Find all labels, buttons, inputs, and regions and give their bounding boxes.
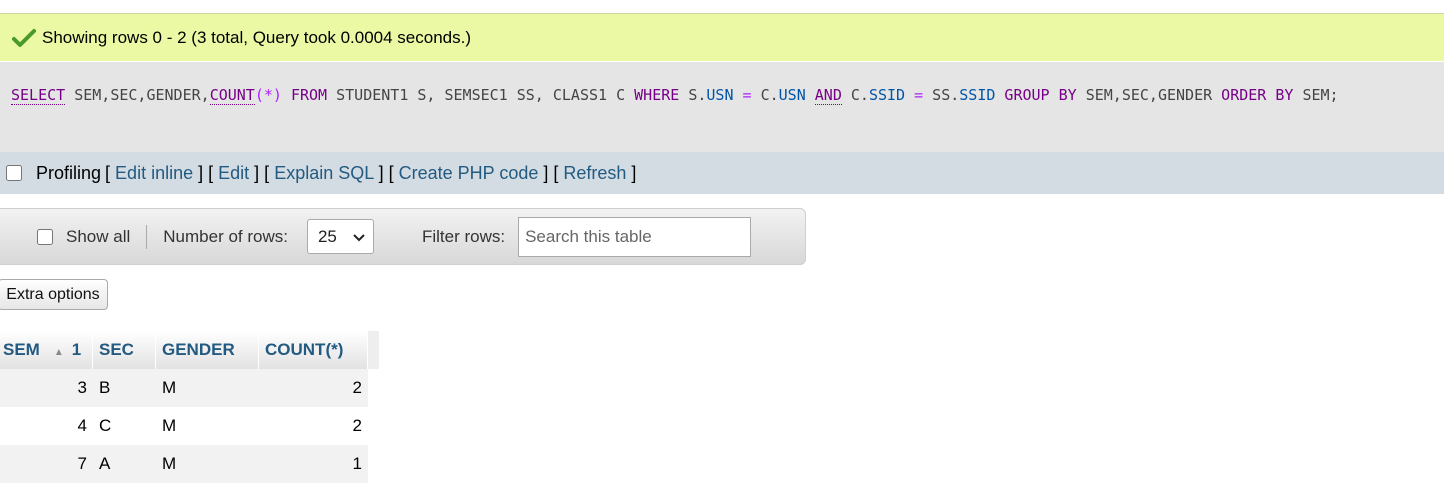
sql-token: SEM; bbox=[1293, 86, 1339, 104]
bracket-close: ] bbox=[538, 162, 549, 183]
column-header-count[interactable]: COUNT(*) bbox=[259, 331, 368, 369]
rows-per-page-select[interactable]: 25 bbox=[306, 219, 374, 254]
column-header-sem[interactable]: SEM ▲ 1 bbox=[0, 331, 93, 369]
column-header-gender[interactable]: GENDER bbox=[156, 331, 259, 369]
check-icon bbox=[12, 28, 36, 48]
sql-token: SEM,SEC,GENDER, bbox=[65, 86, 210, 104]
cell-filler bbox=[368, 369, 380, 407]
profiling-link-refresh[interactable]: Refresh bbox=[563, 163, 626, 183]
table-row[interactable]: 7AM1 bbox=[0, 445, 380, 483]
sort-ascending-icon[interactable]: ▲ bbox=[54, 347, 64, 358]
cell-count: 1 bbox=[259, 445, 368, 483]
table-row[interactable]: 3BM2 bbox=[0, 369, 380, 407]
navigation-panel: Show all Number of rows: 25 Filter rows: bbox=[0, 208, 806, 265]
sql-token: WHERE bbox=[634, 86, 680, 104]
profiling-link-edit[interactable]: Edit bbox=[218, 163, 249, 183]
bracket-close: ] bbox=[373, 162, 384, 183]
profiling-link-create-php-code[interactable]: Create PHP code bbox=[399, 163, 539, 183]
sql-token: = bbox=[733, 86, 761, 104]
sql-token: USN bbox=[706, 86, 734, 104]
cell-sem: 7 bbox=[0, 445, 93, 483]
column-gender-label[interactable]: GENDER bbox=[162, 340, 235, 359]
cell-filler bbox=[368, 407, 380, 445]
sql-token: SEM,SEC,GENDER bbox=[1076, 86, 1222, 104]
cell-gender: M bbox=[156, 369, 259, 407]
column-sem-label[interactable]: SEM bbox=[3, 340, 40, 359]
cell-sec: B bbox=[93, 369, 156, 407]
table-header-row: SEM ▲ 1 SEC GENDER COUNT(*) bbox=[0, 331, 380, 369]
sql-token: = bbox=[905, 86, 933, 104]
sql-token: AND bbox=[814, 86, 842, 105]
bracket-open: [ bbox=[383, 162, 399, 183]
sql-token: SSID bbox=[959, 86, 996, 104]
profiling-link-explain-sql[interactable]: Explain SQL bbox=[274, 163, 373, 183]
bracket-open: [ bbox=[105, 162, 116, 183]
sql-token: ORDER BY bbox=[1221, 86, 1294, 104]
sql-token: S. bbox=[679, 86, 707, 104]
cell-sec: C bbox=[93, 407, 156, 445]
extra-options-button[interactable]: Extra options bbox=[0, 279, 108, 310]
bracket-close: ] bbox=[249, 162, 260, 183]
sql-token: COUNT bbox=[209, 86, 255, 105]
sql-token: SS. bbox=[932, 86, 960, 104]
sort-order-badge: 1 bbox=[71, 340, 82, 359]
bracket-close: ] bbox=[626, 162, 637, 183]
status-text: Showing rows 0 - 2 (3 total, Query took … bbox=[42, 27, 472, 47]
sql-query[interactable]: SELECT SEM,SEC,GENDER,COUNT(*) FROM STUD… bbox=[0, 62, 1444, 152]
cell-gender: M bbox=[156, 445, 259, 483]
sql-token: FROM bbox=[290, 86, 328, 104]
sql-token: SSID bbox=[868, 86, 906, 104]
cell-count: 2 bbox=[259, 369, 368, 407]
cell-gender: M bbox=[156, 407, 259, 445]
profiling-checkbox[interactable] bbox=[6, 165, 22, 181]
table-row[interactable]: 4CM2 bbox=[0, 407, 380, 445]
bracket-close: ] bbox=[193, 162, 204, 183]
profiling-label: Profiling bbox=[36, 162, 102, 183]
bracket-open: [ bbox=[259, 162, 275, 183]
separator bbox=[146, 224, 148, 249]
sql-token: GROUP BY bbox=[1004, 86, 1077, 104]
sql-token: USN bbox=[778, 86, 806, 104]
results-table: SEM ▲ 1 SEC GENDER COUNT(*) 3BM24CM27AM1 bbox=[0, 331, 380, 483]
sql-token: STUDENT1 S, SEMSEC1 SS, CLASS1 C bbox=[327, 86, 635, 104]
sql-token: SELECT bbox=[11, 86, 66, 105]
success-message: Showing rows 0 - 2 (3 total, Query took … bbox=[0, 14, 1444, 61]
show-all-label[interactable]: Show all bbox=[66, 227, 130, 247]
column-count-label[interactable]: COUNT(*) bbox=[265, 340, 343, 359]
column-sec-label[interactable]: SEC bbox=[99, 340, 134, 359]
sql-token: (*) bbox=[254, 86, 282, 104]
cell-sem: 4 bbox=[0, 407, 93, 445]
cell-sec: A bbox=[93, 445, 156, 483]
filter-label: Filter rows: bbox=[421, 226, 506, 246]
cell-sem: 3 bbox=[0, 369, 93, 407]
rows-label: Number of rows: bbox=[163, 226, 288, 246]
column-header-sec[interactable]: SEC bbox=[93, 331, 156, 369]
show-all-checkbox[interactable] bbox=[37, 228, 53, 245]
chevron-down-icon bbox=[353, 227, 365, 247]
sql-token: C. bbox=[841, 86, 869, 104]
filter-input[interactable] bbox=[518, 216, 752, 257]
sql-token: C. bbox=[760, 86, 779, 104]
column-header-filler bbox=[368, 331, 380, 369]
rows-select-value: 25 bbox=[317, 226, 337, 246]
bracket-open: [ bbox=[203, 162, 219, 183]
profiling-link-edit-inline[interactable]: Edit inline bbox=[115, 163, 193, 183]
cell-filler bbox=[368, 445, 380, 483]
profiling-bar: Profiling [ Edit inline ] [ Edit ] [ Exp… bbox=[0, 152, 1444, 194]
cell-count: 2 bbox=[259, 407, 368, 445]
bracket-open: [ bbox=[548, 162, 564, 183]
